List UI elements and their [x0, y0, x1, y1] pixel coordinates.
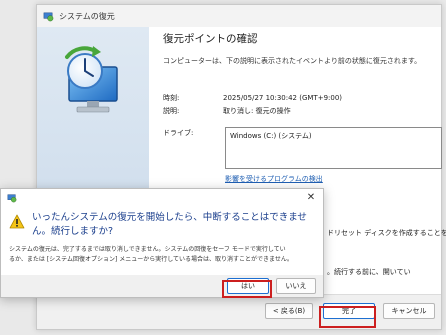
- time-row: 時刻: 2025/05/27 10:30:42 (GMT+9:00): [163, 93, 342, 103]
- time-label: 時刻:: [163, 94, 180, 102]
- system-restore-icon: [43, 12, 54, 21]
- content-area: 復元ポイントの確認 コンピューターは、下の説明に表示されたイベントより前の状態に…: [163, 31, 431, 66]
- system-restore-icon: [7, 194, 17, 203]
- scan-affected-programs-link[interactable]: 影響を受けるプログラムの検出: [225, 174, 323, 184]
- back-button[interactable]: < 戻る(B): [265, 303, 313, 319]
- drive-label: ドライブ:: [163, 129, 194, 137]
- drive-listbox[interactable]: Windows (C:) (システム): [225, 127, 442, 169]
- cancel-button[interactable]: キャンセル: [383, 303, 435, 319]
- password-reset-text-fragment: ドリセット ディスクを作成することを: [327, 229, 446, 237]
- finish-button-highlight: [319, 306, 376, 328]
- drive-item[interactable]: Windows (C:) (システム): [230, 132, 312, 140]
- no-button[interactable]: いいえ: [276, 278, 316, 294]
- confirm-dialog: ✕ いったんシステムの復元を開始したら、中断することはできません。続行しますか?…: [0, 188, 324, 298]
- window-title: システムの復元: [59, 11, 115, 21]
- drive-row: ドライブ:: [163, 128, 223, 138]
- description-label: 説明:: [163, 107, 180, 115]
- restore-description: コンピューターは、下の説明に表示されたイベントより前の状態に復元されます。: [163, 57, 422, 65]
- dialog-detail-line: るか、または [システム回復オプション] メニューから実行している場合は、取り消…: [9, 256, 293, 263]
- wizard-footer: < 戻る(B) 完了 キャンセル: [37, 294, 441, 329]
- description-row: 説明: 取り消し: 復元の操作: [163, 106, 291, 116]
- time-value: 2025/05/27 10:30:42 (GMT+9:00): [223, 94, 343, 102]
- dialog-titlebar[interactable]: ✕: [1, 189, 323, 207]
- description-value: 取り消し: 復元の操作: [223, 107, 291, 115]
- window-titlebar[interactable]: システムの復元: [37, 5, 441, 27]
- page-heading: 復元ポイントの確認: [163, 33, 258, 45]
- dialog-detail-line: システムの復元は、完了するまでは取り消しできません。システムの回復をセーフ モー…: [9, 246, 286, 253]
- continue-warning-text-fragment: 。続行する前に、開いてい: [327, 268, 411, 276]
- system-restore-hero-icon: [65, 46, 118, 113]
- dialog-message: いったんシステムの復元を開始したら、中断することはできません。続行しますか?: [32, 212, 307, 237]
- warning-icon: [9, 214, 25, 229]
- dialog-detail: システムの復元は、完了するまでは取り消しできません。システムの回復をセーフ モー…: [9, 245, 319, 265]
- dialog-footer: はい いいえ: [1, 275, 323, 297]
- yes-button-highlight: [222, 280, 272, 298]
- close-icon[interactable]: ✕: [305, 192, 317, 204]
